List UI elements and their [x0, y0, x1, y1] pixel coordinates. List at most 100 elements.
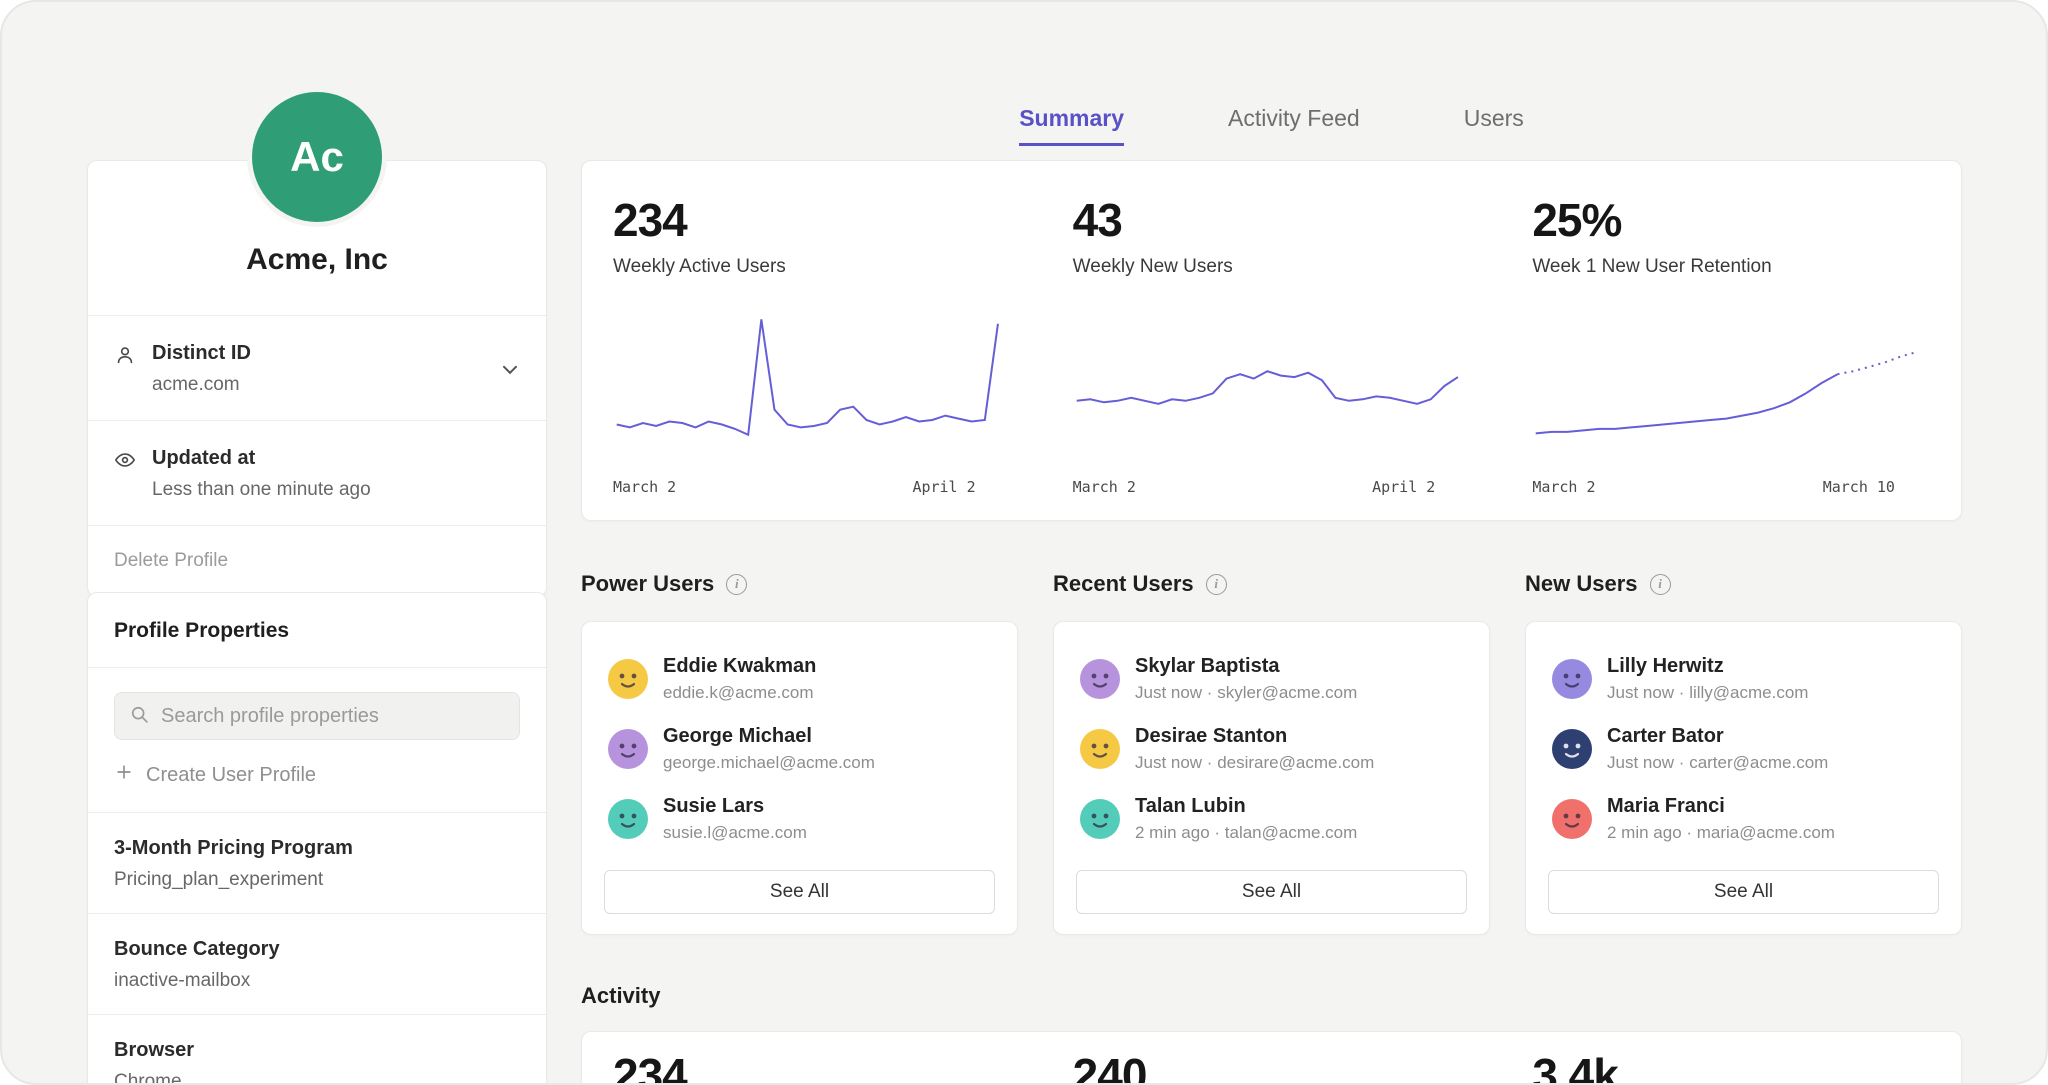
see-all-button[interactable]: See All: [604, 870, 995, 914]
user-meta: susie.l@acme.com: [663, 823, 807, 843]
user-name: George Michael: [663, 725, 875, 748]
activity-stats-card: 234 240 3.4k: [581, 1031, 1962, 1085]
stat-week1-retention: 25% Week 1 New User Retention March 2 Ma…: [1501, 193, 1961, 496]
avatar: [1552, 659, 1592, 699]
search-input[interactable]: [161, 705, 505, 728]
property-row-bounce-category[interactable]: Bounce Category inactive-mailbox: [88, 914, 546, 1015]
user-row[interactable]: Maria Franci 2 min ago · maria@acme.com: [1548, 784, 1939, 854]
distinct-id-value: acme.com: [152, 374, 251, 396]
tab-summary[interactable]: Summary: [1019, 105, 1124, 146]
avatar: [1080, 729, 1120, 769]
recent-users-card: Skylar Baptista Just now · skyler@acme.c…: [1053, 621, 1490, 935]
company-profile-card: Ac Acme, Inc Distinct ID acme.com: [87, 160, 547, 597]
avatar: [608, 799, 648, 839]
user-meta: Just now · skyler@acme.com: [1135, 683, 1357, 703]
avatar: [608, 729, 648, 769]
create-user-profile-button[interactable]: Create User Profile: [114, 762, 520, 788]
power-users-header: Power Users i: [581, 571, 1018, 597]
summary-stats-card: 234 Weekly Active Users March 2 April 2 …: [581, 160, 1962, 521]
user-row[interactable]: Talan Lubin 2 min ago · talan@acme.com: [1076, 784, 1467, 854]
info-icon[interactable]: i: [1650, 574, 1671, 595]
power-users-card: Eddie Kwakman eddie.k@acme.com George Mi…: [581, 621, 1018, 935]
updated-at-row: Updated at Less than one minute ago: [88, 421, 546, 526]
updated-at-label: Updated at: [152, 447, 371, 470]
avatar: [608, 659, 648, 699]
user-row[interactable]: Susie Lars susie.l@acme.com: [604, 784, 995, 854]
avatar: [1080, 659, 1120, 699]
delete-profile-button[interactable]: Delete Profile: [88, 526, 546, 596]
user-row[interactable]: Skylar Baptista Just now · skyler@acme.c…: [1076, 644, 1467, 714]
user-meta: Just now · desirare@acme.com: [1135, 753, 1374, 773]
info-icon[interactable]: i: [726, 574, 747, 595]
activity-section-title: Activity: [581, 983, 1962, 1009]
stat-weekly-new-users: 43 Weekly New Users March 2 April 2: [1042, 193, 1502, 496]
plus-icon: [114, 762, 134, 788]
x-axis-labels: March 2 April 2: [1073, 478, 1462, 496]
axis-end-label: April 2: [912, 478, 975, 496]
user-lists: Eddie Kwakman eddie.k@acme.com George Mi…: [581, 621, 1962, 935]
stat-value: 234: [613, 193, 1002, 247]
property-value: Chrome: [114, 1071, 520, 1085]
eye-icon: [114, 449, 136, 476]
user-row[interactable]: Lilly Herwitz Just now · lilly@acme.com: [1548, 644, 1939, 714]
user-meta: Just now · lilly@acme.com: [1607, 683, 1808, 703]
stat-label: Week 1 New User Retention: [1532, 256, 1921, 278]
stat-value: 43: [1073, 193, 1462, 247]
distinct-id-row: Distinct ID acme.com: [88, 316, 546, 421]
user-name: Talan Lubin: [1135, 795, 1357, 818]
main-content: Summary Activity Feed Users 234 Weekly A…: [581, 98, 1962, 1085]
avatar: [1552, 799, 1592, 839]
user-name: Susie Lars: [663, 795, 807, 818]
stat-value: 3.4k: [1532, 1048, 1921, 1085]
search-profile-properties[interactable]: [114, 692, 520, 740]
new-users-header: New Users i: [1525, 571, 1962, 597]
updated-at-value: Less than one minute ago: [152, 479, 371, 501]
stat-value: 240: [1073, 1048, 1462, 1085]
recent-users-header: Recent Users i: [1053, 571, 1490, 597]
user-name: Desirae Stanton: [1135, 725, 1374, 748]
stat-value: 234: [613, 1048, 1002, 1085]
property-value: Pricing_plan_experiment: [114, 869, 520, 891]
x-axis-labels: March 2 April 2: [613, 478, 1002, 496]
property-label: Browser: [114, 1039, 520, 1062]
user-row[interactable]: Eddie Kwakman eddie.k@acme.com: [604, 644, 995, 714]
list-title: Recent Users: [1053, 571, 1194, 597]
user-row[interactable]: Desirae Stanton Just now · desirare@acme…: [1076, 714, 1467, 784]
user-row[interactable]: Carter Bator Just now · carter@acme.com: [1548, 714, 1939, 784]
chevron-down-icon[interactable]: [498, 358, 522, 387]
profile-properties-card: Profile Properties Create User Profile 3…: [87, 592, 547, 1085]
property-label: 3-Month Pricing Program: [114, 837, 520, 860]
axis-end-label: March 10: [1823, 478, 1895, 496]
app-frame: Ac Acme, Inc Distinct ID acme.com: [0, 0, 2048, 1085]
tab-activity-feed[interactable]: Activity Feed: [1228, 105, 1360, 146]
user-name: Lilly Herwitz: [1607, 655, 1808, 678]
property-row-pricing-program[interactable]: 3-Month Pricing Program Pricing_plan_exp…: [88, 813, 546, 914]
user-name: Carter Bator: [1607, 725, 1828, 748]
axis-start-label: March 2: [613, 478, 676, 496]
tab-users[interactable]: Users: [1464, 105, 1524, 146]
activity-stat: 3.4k: [1501, 1048, 1961, 1085]
new-users-card: Lilly Herwitz Just now · lilly@acme.com …: [1525, 621, 1962, 935]
weekly-active-users-sparkline: [613, 306, 1002, 466]
user-meta: eddie.k@acme.com: [663, 683, 816, 703]
user-icon: [114, 344, 136, 371]
search-icon: [129, 704, 149, 729]
user-row[interactable]: George Michael george.michael@acme.com: [604, 714, 995, 784]
stat-weekly-active-users: 234 Weekly Active Users March 2 April 2: [582, 193, 1042, 496]
weekly-new-users-sparkline: [1073, 306, 1462, 466]
x-axis-labels: March 2 March 10: [1532, 478, 1921, 496]
distinct-id-label: Distinct ID: [152, 342, 251, 365]
see-all-button[interactable]: See All: [1076, 870, 1467, 914]
stat-label: Weekly Active Users: [613, 256, 1002, 278]
user-meta: 2 min ago · talan@acme.com: [1135, 823, 1357, 843]
user-name: Eddie Kwakman: [663, 655, 816, 678]
profile-properties-title: Profile Properties: [88, 593, 546, 668]
see-all-button[interactable]: See All: [1548, 870, 1939, 914]
retention-sparkline: [1532, 306, 1921, 466]
stat-label: Weekly New Users: [1073, 256, 1462, 278]
property-row-browser[interactable]: Browser Chrome: [88, 1015, 546, 1085]
axis-end-label: April 2: [1372, 478, 1435, 496]
property-label: Bounce Category: [114, 938, 520, 961]
info-icon[interactable]: i: [1206, 574, 1227, 595]
user-meta: george.michael@acme.com: [663, 753, 875, 773]
